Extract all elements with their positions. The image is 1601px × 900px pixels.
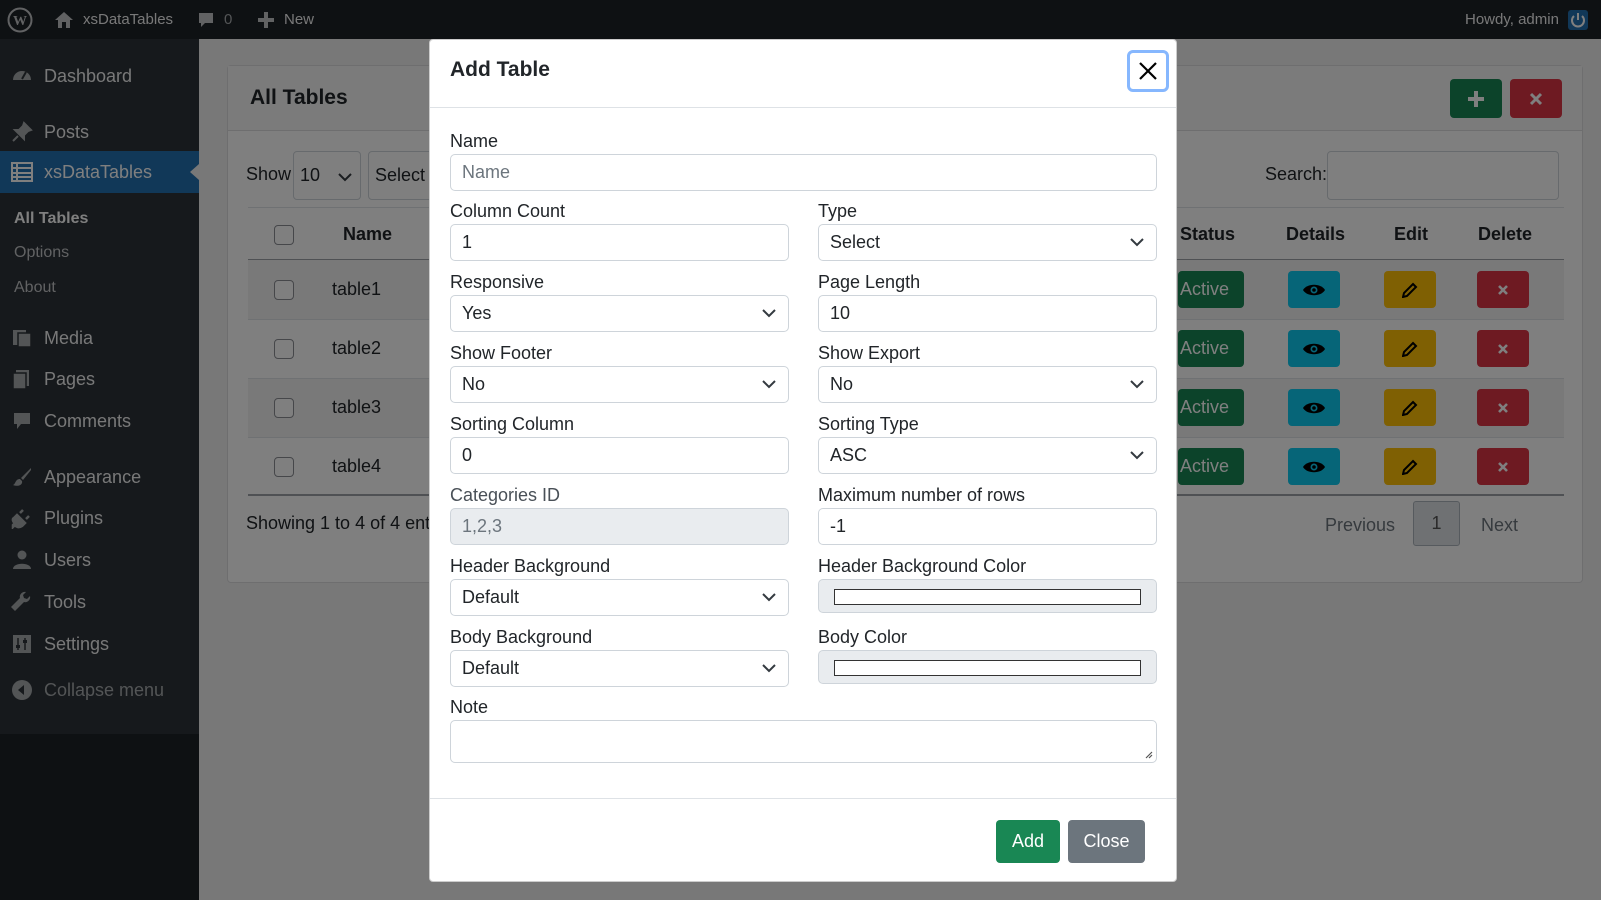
sorting-column-label: Sorting Column: [450, 414, 575, 434]
name-label: Name: [450, 131, 499, 151]
chevron-down-icon: [1130, 380, 1144, 389]
modal-title: Add Table: [450, 58, 550, 81]
max-rows-value: -1: [830, 516, 847, 536]
body-color-picker[interactable]: [818, 650, 1157, 684]
name-input[interactable]: Name: [450, 154, 1157, 191]
header-background-color-label: Header Background Color: [818, 556, 1027, 576]
resize-handle-icon[interactable]: [1143, 749, 1153, 759]
show-export-value: No: [830, 374, 854, 394]
header-background-select[interactable]: Default: [450, 579, 789, 616]
column-count-label: Column Count: [450, 201, 566, 221]
chevron-down-icon: [762, 664, 776, 673]
page-length-field-value: 10: [830, 303, 851, 323]
show-footer-label: Show Footer: [450, 343, 553, 363]
header-background-color-picker[interactable]: [818, 579, 1157, 613]
close-button[interactable]: Close: [1068, 820, 1145, 863]
responsive-value: Yes: [462, 303, 492, 323]
page-length-input[interactable]: 10: [818, 295, 1157, 332]
header-background-color-swatch: [834, 589, 1141, 605]
body-color-label: Body Color: [818, 627, 908, 647]
column-count-value: 1: [462, 232, 473, 252]
max-rows-label: Maximum number of rows: [818, 485, 1026, 505]
responsive-select[interactable]: Yes: [450, 295, 789, 332]
note-label: Note: [450, 697, 489, 717]
body-background-value: Default: [462, 658, 520, 678]
modal-footer: Add Close: [430, 798, 1176, 882]
chevron-down-icon: [1130, 238, 1144, 247]
show-footer-select[interactable]: No: [450, 366, 789, 403]
modal-close-button[interactable]: [1127, 50, 1169, 92]
chevron-down-icon: [762, 309, 776, 318]
column-count-input[interactable]: 1: [450, 224, 789, 261]
type-label: Type: [818, 201, 858, 221]
body-background-select[interactable]: Default: [450, 650, 789, 687]
categories-id-label: Categories ID: [450, 485, 561, 505]
chevron-down-icon: [1130, 451, 1144, 460]
show-export-label: Show Export: [818, 343, 921, 363]
chevron-down-icon: [762, 593, 776, 602]
show-export-select[interactable]: No: [818, 366, 1157, 403]
type-select[interactable]: Select: [818, 224, 1157, 261]
sorting-column-input[interactable]: 0: [450, 437, 789, 474]
body-background-label: Body Background: [450, 627, 593, 647]
max-rows-input[interactable]: -1: [818, 508, 1157, 545]
categories-id-value: 1,2,3: [462, 516, 503, 536]
body-color-swatch: [834, 660, 1141, 676]
modal-header: Add Table: [430, 40, 1176, 108]
show-footer-value: No: [462, 374, 486, 394]
page-length-label: Page Length: [818, 272, 921, 292]
close-icon: [1139, 62, 1157, 80]
sorting-type-select[interactable]: ASC: [818, 437, 1157, 474]
sorting-column-value: 0: [462, 445, 473, 465]
add-table-modal: Add Table Name Name Column Count 1 Type …: [429, 39, 1177, 882]
type-value: Select: [830, 232, 881, 252]
sorting-type-value: ASC: [830, 445, 868, 465]
categories-id-input: 1,2,3: [450, 508, 789, 545]
add-button[interactable]: Add: [996, 820, 1060, 863]
chevron-down-icon: [762, 380, 776, 389]
sorting-type-label: Sorting Type: [818, 414, 919, 434]
header-background-value: Default: [462, 587, 520, 607]
note-textarea[interactable]: [450, 720, 1157, 763]
header-background-label: Header Background: [450, 556, 611, 576]
responsive-label: Responsive: [450, 272, 545, 292]
